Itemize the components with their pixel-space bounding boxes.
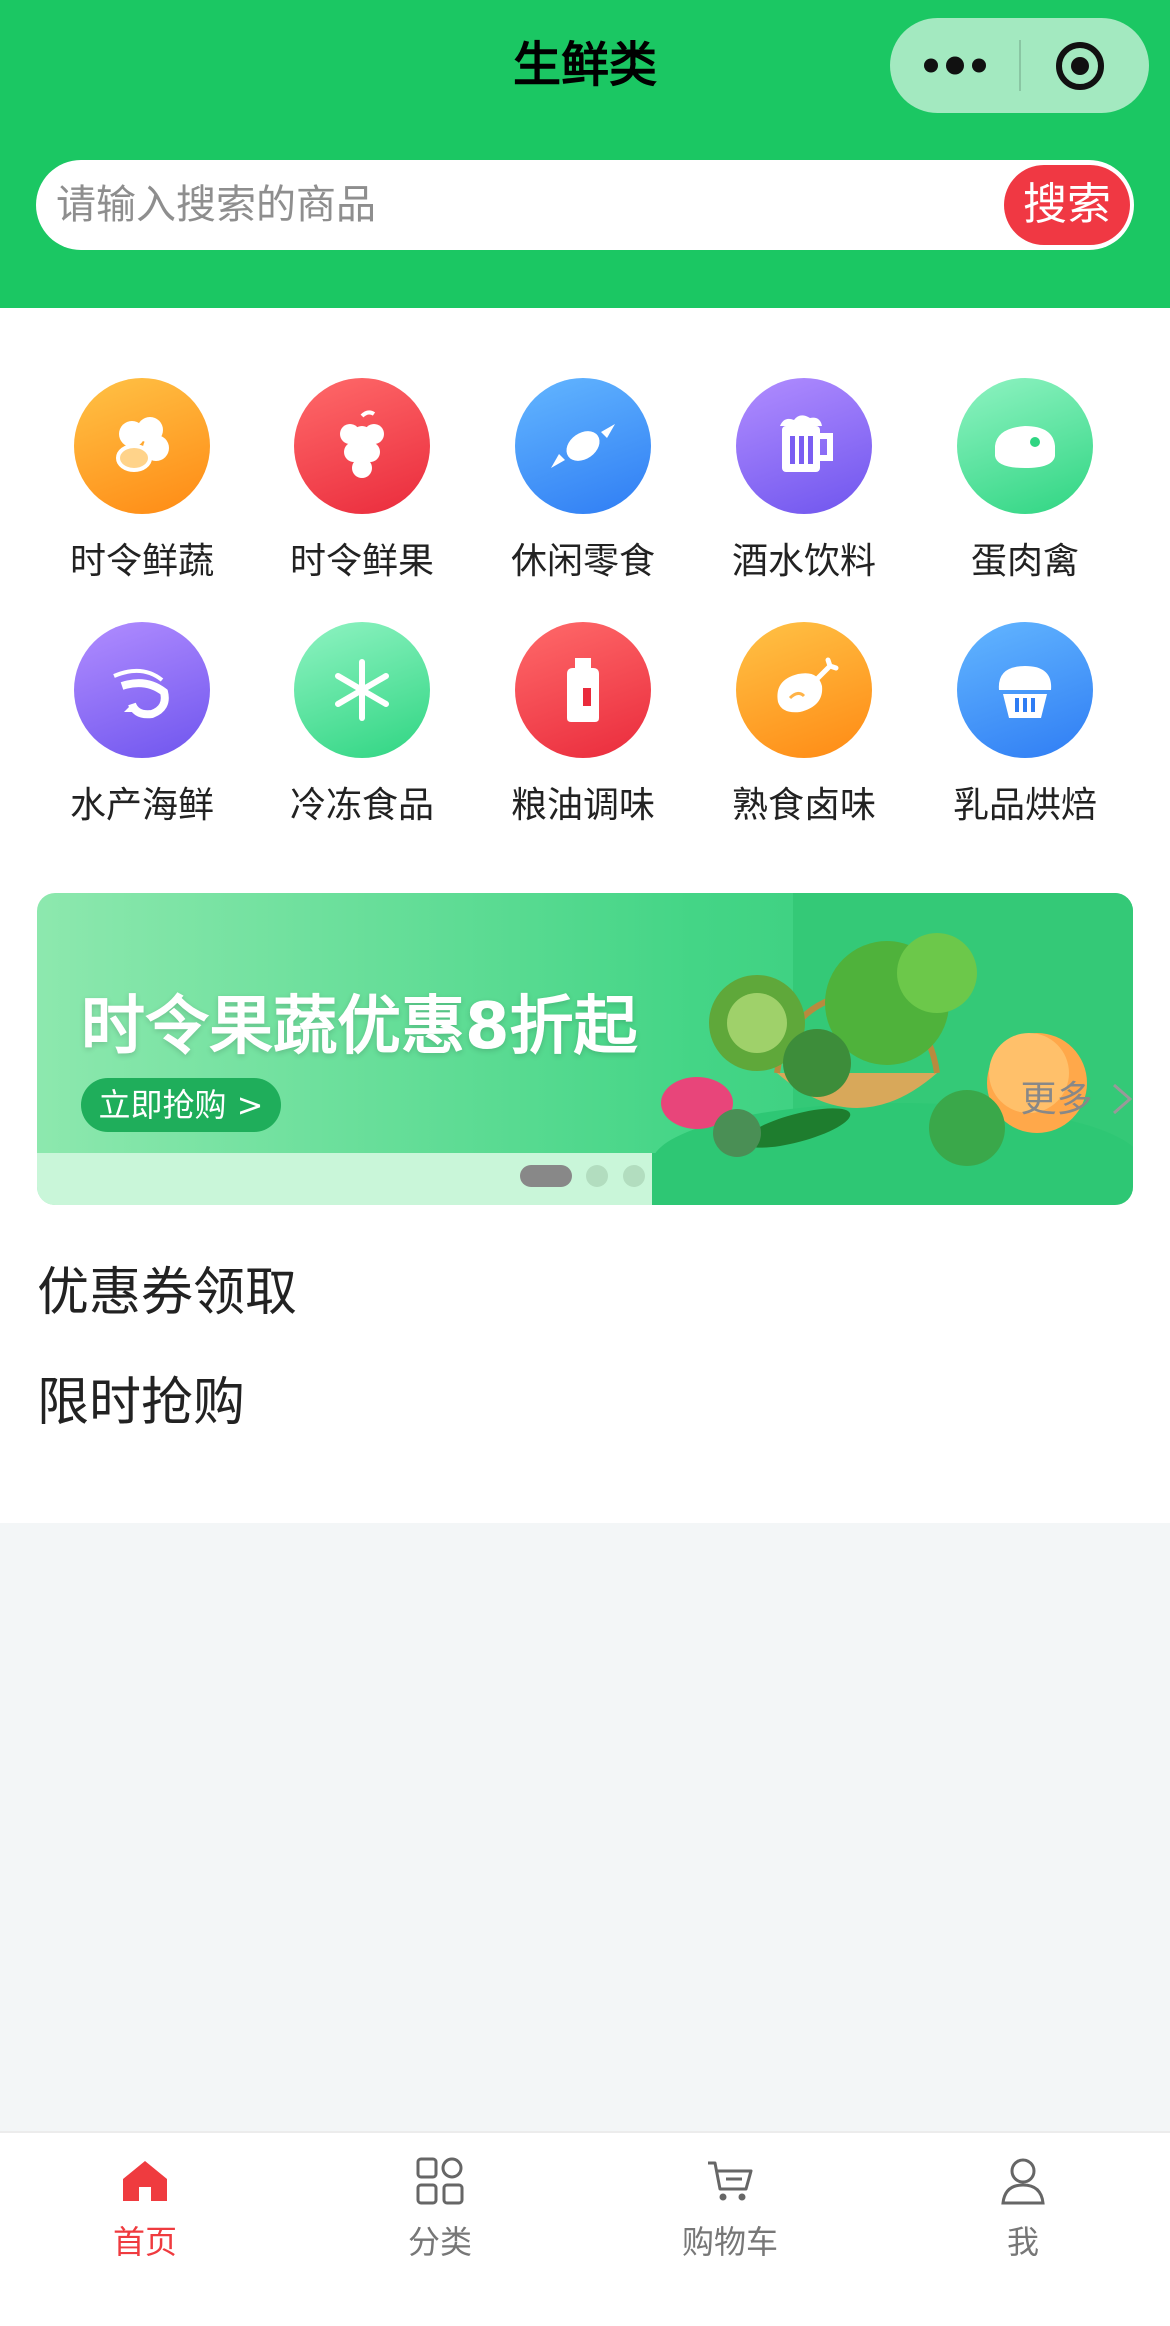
tab-label: 我 bbox=[1006, 2223, 1039, 2261]
category-label: 时令鲜果 bbox=[289, 541, 434, 582]
home-icon bbox=[123, 2161, 167, 2201]
category-label: 粮油调味 bbox=[510, 785, 655, 826]
tab-label: 首页 bbox=[112, 2223, 177, 2261]
banner-shop-now-button[interactable]: 立即抢购 > bbox=[81, 1078, 281, 1132]
tab-home[interactable]: 首页 bbox=[45, 2155, 245, 2263]
meat-icon bbox=[995, 426, 1055, 468]
main-content: 时令鲜蔬 时令鲜果 休闲零食 酒水饮料 蛋肉禽 水产海鲜 冷冻食品 粮油调味 熟… bbox=[0, 308, 1170, 1523]
category-item-grain-oil-seasoning[interactable]: 粮油调味 bbox=[483, 622, 683, 842]
vegetable-basket-image bbox=[652, 933, 1133, 1205]
coupon-section-title: 优惠券领取 bbox=[37, 1263, 298, 1323]
target-icon[interactable] bbox=[1054, 40, 1106, 92]
category-item-drinks[interactable]: 酒水饮料 bbox=[704, 378, 904, 598]
carousel-dot[interactable] bbox=[586, 1165, 608, 1187]
cauliflower-icon bbox=[116, 417, 169, 472]
category-item-frozen-food[interactable]: 冷冻食品 bbox=[262, 622, 462, 842]
category-item-fresh-fruit[interactable]: 时令鲜果 bbox=[262, 378, 462, 598]
bottom-tab-bar: 首页 分类 购物车 我 bbox=[0, 2131, 1170, 2326]
more-dots-icon[interactable] bbox=[920, 48, 990, 83]
flash-sale-section-title: 限时抢购 bbox=[37, 1373, 246, 1433]
category-label: 休闲零食 bbox=[510, 541, 655, 582]
category-item-dairy-bakery[interactable]: 乳品烘焙 bbox=[925, 622, 1125, 842]
promo-banner[interactable]: 时令果蔬优惠8折起 立即抢购 > bbox=[37, 893, 1133, 1205]
tab-label: 购物车 bbox=[681, 2223, 778, 2261]
roast-chicken-icon bbox=[777, 657, 839, 713]
category-label: 酒水饮料 bbox=[731, 541, 876, 582]
search-button[interactable]: 搜索 bbox=[1004, 165, 1130, 245]
search-input[interactable] bbox=[56, 160, 1016, 250]
category-label: 时令鲜蔬 bbox=[69, 541, 214, 582]
beer-mug-icon bbox=[780, 415, 833, 472]
mini-program-capsule bbox=[890, 18, 1149, 113]
chevron-right-icon bbox=[1113, 1083, 1133, 1115]
tab-label: 分类 bbox=[407, 2223, 472, 2261]
category-label: 水产海鲜 bbox=[69, 785, 214, 826]
tab-category[interactable]: 分类 bbox=[340, 2155, 540, 2263]
category-item-eggs-meat-poultry[interactable]: 蛋肉禽 bbox=[925, 378, 1125, 598]
category-item-deli[interactable]: 熟食卤味 bbox=[704, 622, 904, 842]
carousel-dot-active[interactable] bbox=[520, 1165, 572, 1187]
tab-cart[interactable]: 购物车 bbox=[630, 2155, 830, 2263]
category-grid-icon bbox=[416, 2157, 464, 2205]
category-item-fresh-vegetables[interactable]: 时令鲜蔬 bbox=[42, 378, 242, 598]
cart-icon bbox=[708, 2161, 753, 2201]
oil-bottle-icon bbox=[567, 658, 599, 722]
category-item-snacks[interactable]: 休闲零食 bbox=[483, 378, 683, 598]
candy-icon bbox=[551, 424, 615, 468]
shrimp-icon bbox=[113, 668, 169, 719]
category-label: 熟食卤味 bbox=[731, 785, 876, 826]
flash-sale-more-link[interactable]: 更多 bbox=[1021, 1070, 1134, 1130]
user-icon bbox=[1001, 2158, 1045, 2205]
cupcake-icon bbox=[998, 666, 1052, 718]
header: 生鲜类 搜索 bbox=[0, 0, 1170, 308]
more-label: 更多 bbox=[1020, 1079, 1093, 1120]
grapes-icon bbox=[340, 410, 384, 478]
carousel-dot[interactable] bbox=[623, 1165, 645, 1187]
category-label: 蛋肉禽 bbox=[970, 541, 1079, 582]
capsule-divider bbox=[1019, 40, 1021, 91]
category-item-seafood[interactable]: 水产海鲜 bbox=[42, 622, 242, 842]
category-label: 乳品烘焙 bbox=[952, 785, 1097, 826]
banner-headline: 时令果蔬优惠8折起 bbox=[81, 990, 638, 1064]
snowflake-icon bbox=[335, 659, 389, 721]
category-label: 冷冻食品 bbox=[289, 785, 434, 826]
search-bar: 搜索 bbox=[36, 160, 1134, 250]
tab-me[interactable]: 我 bbox=[923, 2155, 1123, 2263]
